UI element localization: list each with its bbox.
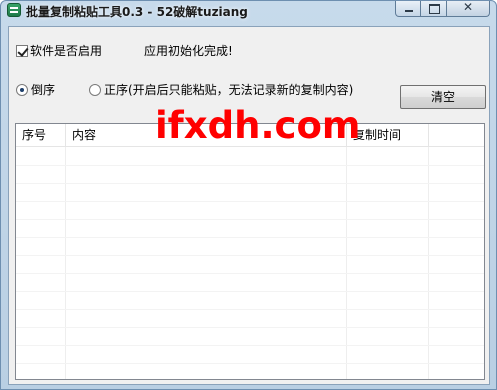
empty-row-line [16, 327, 484, 328]
empty-row-line [16, 345, 484, 346]
client-area: 软件是否启用 应用初始化完成! 倒序 正序(开启后只能粘贴，无法记录新的复制内容… [8, 26, 490, 385]
title-bar[interactable]: 批量复制粘贴工具0.3 - 52破解tuziang ✕ [1, 0, 496, 19]
radio-unselected-icon[interactable] [89, 83, 101, 96]
empty-row-line [16, 363, 484, 364]
window-title: 批量复制粘贴工具0.3 - 52破解tuziang [26, 5, 248, 19]
empty-row-line [16, 219, 484, 220]
enable-checkbox[interactable]: 软件是否启用 [16, 42, 102, 59]
app-window: 批量复制粘贴工具0.3 - 52破解tuziang ✕ 软件是否启用 应用初始化… [0, 0, 497, 390]
column-header-index[interactable]: 序号 [16, 124, 66, 147]
close-button[interactable]: ✕ [447, 0, 490, 17]
watermark: ifxdh.com [155, 104, 361, 147]
radio-reverse-order[interactable]: 倒序 [16, 81, 55, 98]
radio-forward-label[interactable]: 正序(开启后只能粘贴，无法记录新的复制内容) [104, 81, 353, 98]
empty-row-line [16, 255, 484, 256]
radio-forward-order[interactable]: 正序(开启后只能粘贴，无法记录新的复制内容) [89, 81, 353, 98]
empty-row-line [16, 309, 484, 310]
history-list[interactable]: 序号 内容 复制时间 [15, 123, 485, 380]
empty-row-line [16, 273, 484, 274]
caption-buttons: ✕ [395, 0, 490, 17]
radio-reverse-label[interactable]: 倒序 [31, 81, 55, 98]
radio-selected-icon[interactable] [16, 83, 28, 96]
close-icon: ✕ [462, 0, 474, 14]
checkbox-checked-icon[interactable] [16, 44, 28, 57]
status-text: 应用初始化完成! [144, 44, 233, 58]
empty-row-line [16, 165, 484, 166]
empty-row-line [16, 201, 484, 202]
maximize-icon[interactable] [421, 1, 447, 17]
empty-row-line [16, 291, 484, 292]
empty-row-line [16, 237, 484, 238]
app-icon [7, 3, 21, 17]
empty-row-line [16, 183, 484, 184]
minimize-icon[interactable] [395, 1, 421, 17]
enable-checkbox-label[interactable]: 软件是否启用 [30, 42, 102, 59]
clear-button[interactable]: 清空 [400, 85, 486, 109]
